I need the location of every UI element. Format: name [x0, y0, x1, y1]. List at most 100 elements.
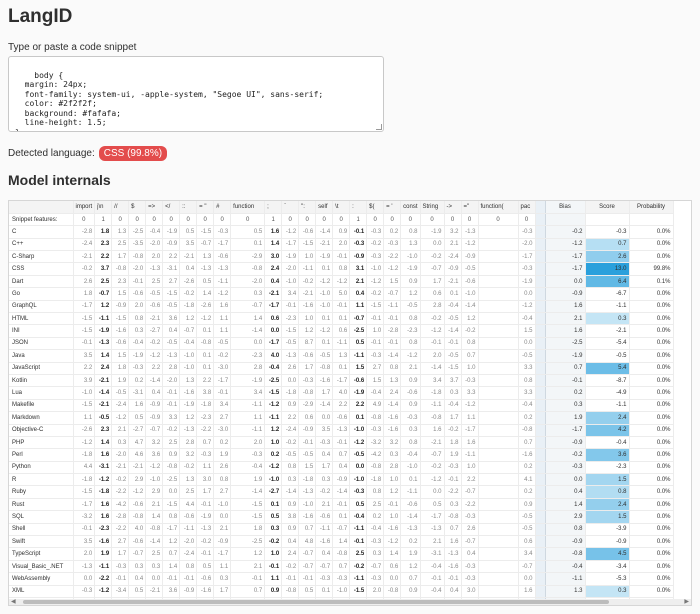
weight-cell: 0.5 [128, 585, 147, 599]
weight-cell: 1.2 [230, 547, 266, 561]
weight-cell: -1.6 [196, 585, 215, 599]
weight-cell: 1.7 [196, 485, 215, 499]
weight-cell: 0.1 [315, 312, 334, 326]
language-row: Python 4.4 -3.1 -2.1 -2.1 -1.2 -0.8 -0.2 1.1 2.6-… [9, 461, 674, 475]
language-row: XML -0.3 -1.2 -3.4 0.5 -2.1 3.6 -0.9 -1.6 1.7 0.7 0… [9, 585, 674, 599]
weight-cell: -0.4 [518, 312, 536, 326]
weight-cell: 1.0 [264, 547, 283, 561]
weight-cell: 0.5 [349, 337, 368, 351]
feature-header: = ' [383, 201, 402, 214]
score-cell: 2.4 [585, 498, 630, 512]
weight-cell: -1.7 [518, 250, 536, 264]
weight-cell: -1.3 [196, 523, 215, 537]
weight-cell: -1.7 [461, 424, 479, 437]
weight-cell: 1.2 [179, 411, 198, 425]
probability-cell: 99.8% [629, 262, 674, 276]
weight-cell: 1.4 [145, 510, 164, 524]
weight-cell: 1.6 [94, 498, 113, 512]
scroll-left-icon[interactable]: ◀ [11, 598, 16, 605]
weight-cell: -0.7 [230, 300, 266, 314]
weight-cell: -1.6 [111, 324, 130, 338]
weight-cell: -2.9 [230, 250, 266, 264]
weight-cell [478, 337, 519, 351]
weight-cell: -2.9 [298, 399, 317, 413]
weight-cell: -1.8 [73, 448, 96, 462]
weight-cell: 1.2 [264, 424, 283, 437]
feature-header: self [315, 201, 334, 214]
language-name: Dart [9, 275, 74, 289]
probability-cell: 0.0% [629, 510, 674, 524]
scroll-right-icon[interactable]: ▶ [684, 598, 689, 605]
weight-cell: -3.1 [162, 262, 181, 276]
weight-cell: -0.1 [162, 399, 181, 413]
weight-cell: 0.4 [461, 547, 479, 561]
scrollbar-thumb[interactable] [22, 600, 610, 604]
weight-cell: 3.2 [179, 448, 198, 462]
language-name: INI [9, 324, 74, 338]
weight-cell: -0.1 [298, 436, 317, 450]
weight-cell: 2.0 [420, 349, 445, 363]
weight-cell: -1.1 [420, 399, 445, 413]
weight-cell: -0.7 [461, 485, 479, 499]
weight-cell: 0.5 [264, 510, 283, 524]
weight-cell: -1.9 [281, 250, 300, 264]
column-gap [535, 250, 546, 264]
weight-cell: -0.7 [94, 287, 113, 301]
weight-cell: -3.1 [94, 461, 113, 475]
weight-cell: 0.8 [383, 362, 402, 375]
language-name: C-Sharp [9, 250, 74, 264]
score-cell: -5.3 [585, 572, 630, 586]
weight-cell: 1.0 [383, 510, 402, 524]
weight-cell: 0.1 [196, 324, 215, 338]
weight-cell: -1.2 [349, 436, 368, 450]
code-snippet-input[interactable]: body { margin: 24px; font-family: system… [8, 56, 384, 132]
bias-cell: 0.7 [545, 362, 586, 375]
weight-cell: 3.0 [196, 473, 215, 487]
feature-header: function( [478, 201, 519, 214]
column-gap [535, 547, 546, 561]
feature-header: ": [298, 201, 317, 214]
weight-cell: -1.7 [213, 547, 232, 561]
weight-cell: -0.3 [366, 250, 385, 264]
weight-cell: 2.0 [73, 547, 96, 561]
weight-cell: 0.8 [400, 337, 421, 351]
weight-cell: -2.2 [196, 424, 215, 437]
weight-cell: -1.3 [196, 262, 215, 276]
weight-cell: -0.5 [281, 448, 300, 462]
weight-cell: -2.6 [179, 275, 198, 289]
language-row: HTML -1.5 -1.1 -1.5 0.8 -2.1 3.6 1.2 -1.2 1.1 1.4 0… [9, 312, 674, 326]
weight-cell: 1.7 [315, 386, 334, 400]
weight-cell: -1.2 [400, 349, 421, 363]
weight-cell: -0.4 [366, 386, 385, 400]
horizontal-scrollbar[interactable]: ◀ ▶ [9, 599, 691, 605]
weight-cell: -0.7 [461, 535, 479, 549]
weight-cell: -0.4 [366, 523, 385, 537]
language-row: Rust -1.7 1.6 -4.2 -0.6 2.1 -1.5 4.4 -0.1 -1.0 -1.… [9, 498, 674, 512]
weight-cell: 1.8 [94, 225, 113, 239]
weight-cell: 1.7 [315, 461, 334, 475]
weight-cell: -2.1 [128, 461, 147, 475]
score-cell: -3.9 [585, 523, 630, 537]
code-snippet-text[interactable]: body { margin: 24px; font-family: system… [15, 71, 323, 132]
weight-cell: 1.6 [461, 436, 479, 450]
weight-cell: 4.4 [73, 461, 96, 475]
bias-cell: -0.4 [545, 560, 586, 574]
feature-header: : [349, 201, 368, 214]
weight-cell: -0.3 [444, 461, 462, 475]
weight-cell: 1.8 [444, 436, 462, 450]
weight-cell: -0.6 [128, 498, 147, 512]
weight-cell: -1.8 [179, 300, 198, 314]
weight-cell: -1.8 [73, 473, 96, 487]
resize-grip-icon[interactable] [376, 124, 382, 130]
weight-cell: -0.5 [162, 337, 181, 351]
model-internals-table[interactable]: import j\n//$ => </:: = " # function; ` ": self \t… [8, 200, 692, 606]
weight-cell: -0.6 [461, 275, 479, 289]
weight-cell: 1.4 [94, 436, 113, 450]
weight-cell: 4.0 [264, 349, 283, 363]
weight-cell: -2.5 [349, 324, 368, 338]
weight-cell: -0.1 [420, 572, 445, 586]
weight-cell: 0.5 [349, 498, 368, 512]
weight-cell [478, 535, 519, 549]
weight-cell: 1.8 [111, 362, 130, 375]
weight-cell: -0.7 [298, 547, 317, 561]
